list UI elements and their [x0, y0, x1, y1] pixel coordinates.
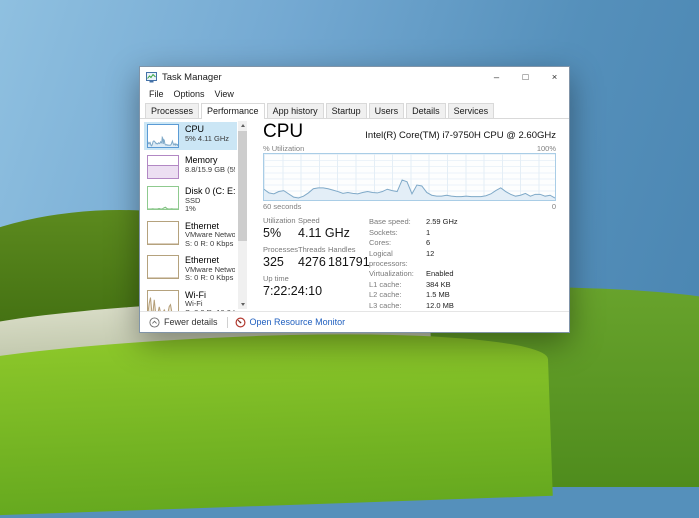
- open-resource-monitor-label: Open Resource Monitor: [250, 317, 346, 327]
- sidebar-item-status: SSD: [185, 197, 235, 206]
- tab-processes[interactable]: Processes: [145, 103, 199, 118]
- utilization-label: Utilization: [263, 216, 298, 225]
- memory-usage-fill: [148, 165, 178, 178]
- cpu-static-stats: Base speed: 2.59 GHz Sockets: 1 Cores: 6…: [369, 216, 556, 311]
- stat-row: Base speed: 2.59 GHz: [369, 217, 556, 227]
- sidebar-item-title: Ethernet: [185, 255, 235, 266]
- threads-value: 4276: [298, 255, 328, 269]
- menu-view[interactable]: View: [210, 89, 239, 99]
- ethernet-mini-graph: [147, 221, 179, 245]
- sidebar-item-memory[interactable]: Memory 8.8/15.9 GB (55%): [144, 153, 237, 181]
- task-manager-app-icon: [146, 72, 157, 83]
- tab-details[interactable]: Details: [406, 103, 446, 118]
- sidebar-item-status2: 1%: [185, 205, 235, 214]
- sidebar-item-title: Wi-Fi: [185, 290, 235, 301]
- sidebar-item-cpu[interactable]: CPU 5% 4.11 GHz: [144, 122, 237, 150]
- minimize-button[interactable]: –: [482, 67, 511, 87]
- sidebar-item-wifi[interactable]: Wi-Fi Wi-Fi S: 8.0 R: 16.0 Kbps: [144, 288, 237, 312]
- cpu-panel: CPU Intel(R) Core(TM) i7-9750H CPU @ 2.6…: [253, 119, 569, 311]
- open-resource-monitor-link[interactable]: Open Resource Monitor: [235, 317, 346, 328]
- wifi-mini-graph: [147, 290, 179, 312]
- scroll-down-icon: [241, 303, 245, 306]
- performance-sidebar: CPU 5% 4.11 GHz Memory 8.8/15.9 GB (55%): [140, 119, 253, 311]
- sidebar-item-status: Wi-Fi: [185, 300, 235, 309]
- stat-row: Sockets: 1: [369, 228, 556, 238]
- threads-label: Threads: [298, 245, 328, 254]
- tab-users[interactable]: Users: [369, 103, 405, 118]
- wallpaper-foreground-field: [0, 326, 553, 518]
- stat-row: Virtualization: Enabled: [369, 269, 556, 279]
- stat-row: L3 cache: 12.0 MB: [369, 301, 556, 311]
- uptime-label: Up time: [263, 274, 298, 283]
- cpu-mini-graph: [147, 124, 179, 148]
- scroll-up-icon: [241, 124, 245, 127]
- maximize-icon: □: [523, 72, 529, 83]
- sidebar-item-title: Ethernet: [185, 221, 235, 232]
- chart-y-max-label: 100%: [537, 144, 556, 153]
- scroll-up-button[interactable]: [238, 121, 247, 130]
- sidebar-item-status: 8.8/15.9 GB (55%): [185, 166, 235, 175]
- sidebar-item-status2: S: 0 R: 0 Kbps: [185, 240, 235, 249]
- ethernet-mini-graph: [147, 255, 179, 279]
- menubar: File Options View: [140, 87, 569, 101]
- fewer-details-label: Fewer details: [164, 317, 218, 327]
- minimize-icon: –: [494, 72, 499, 83]
- footer-divider: [227, 317, 228, 328]
- sidebar-scrollbar[interactable]: [238, 121, 247, 309]
- tab-app-history[interactable]: App history: [267, 103, 324, 118]
- tabbar: Processes Performance App history Startu…: [140, 101, 569, 119]
- window-title: Task Manager: [162, 72, 222, 83]
- sidebar-item-status2: S: 8.0 R: 16.0 Kbps: [185, 309, 235, 312]
- chevron-up-circle-icon: [149, 317, 160, 328]
- cpu-utilization-series: [264, 154, 555, 200]
- processes-label: Processes: [263, 245, 298, 254]
- titlebar[interactable]: Task Manager – □ ×: [140, 67, 569, 87]
- sidebar-item-title: CPU: [185, 124, 229, 135]
- sidebar-item-ethernet-2[interactable]: Ethernet VMware Network Ad... S: 0 R: 0 …: [144, 253, 237, 285]
- sidebar-item-title: Memory: [185, 155, 235, 166]
- cpu-utilization-chart: [263, 153, 556, 201]
- sidebar-item-title: Disk 0 (C: E: F:): [185, 186, 235, 197]
- speed-label: Speed: [298, 216, 328, 225]
- page-title: CPU: [263, 121, 303, 143]
- scroll-down-button[interactable]: [238, 300, 247, 309]
- resource-monitor-icon: [235, 317, 246, 328]
- tab-startup[interactable]: Startup: [326, 103, 367, 118]
- performance-content: CPU 5% 4.11 GHz Memory 8.8/15.9 GB (55%): [140, 119, 569, 311]
- tab-services[interactable]: Services: [448, 103, 495, 118]
- sidebar-item-disk0[interactable]: Disk 0 (C: E: F:) SSD 1%: [144, 184, 237, 216]
- uptime-value: 7:22:24:10: [263, 284, 322, 298]
- statusbar: Fewer details Open Resource Monitor: [140, 311, 569, 332]
- cpu-model-name: Intel(R) Core(TM) i7-9750H CPU @ 2.60GHz: [365, 130, 556, 143]
- chart-x-left-label: 60 seconds: [263, 202, 301, 211]
- menu-options[interactable]: Options: [169, 89, 210, 99]
- task-manager-window: Task Manager – □ × File Options View Pro…: [139, 66, 570, 333]
- close-button[interactable]: ×: [540, 67, 569, 87]
- utilization-value: 5%: [263, 226, 298, 240]
- tab-performance[interactable]: Performance: [201, 103, 265, 119]
- cpu-dynamic-stats: Utilization Speed 5% 4.11 GHz Processes …: [263, 216, 369, 311]
- menu-file[interactable]: File: [144, 89, 169, 99]
- sidebar-item-status: VMware Network Ad...: [185, 231, 235, 240]
- sidebar-item-status2: S: 0 R: 0 Kbps: [185, 274, 235, 283]
- stat-row: Logical processors: 12: [369, 249, 556, 270]
- speed-value: 4.11 GHz: [298, 226, 328, 240]
- sidebar-item-ethernet-1[interactable]: Ethernet VMware Network Ad... S: 0 R: 0 …: [144, 219, 237, 251]
- close-icon: ×: [552, 72, 558, 83]
- scrollbar-thumb[interactable]: [238, 131, 247, 241]
- fewer-details-button[interactable]: Fewer details: [149, 317, 218, 328]
- stat-row: L1 cache: 384 KB: [369, 280, 556, 290]
- stat-row: L2 cache: 1.5 MB: [369, 290, 556, 300]
- sidebar-item-status: 5% 4.11 GHz: [185, 135, 229, 144]
- chart-x-right-label: 0: [552, 202, 556, 211]
- sidebar-item-status: VMware Network Ad...: [185, 266, 235, 275]
- maximize-button[interactable]: □: [511, 67, 540, 87]
- disk-mini-graph: [147, 186, 179, 210]
- stat-row: Cores: 6: [369, 238, 556, 248]
- chart-y-axis-label: % Utilization: [263, 144, 304, 153]
- memory-mini-graph: [147, 155, 179, 179]
- handles-label: Handles: [328, 245, 356, 254]
- handles-value: 181791: [328, 255, 370, 269]
- processes-value: 325: [263, 255, 298, 269]
